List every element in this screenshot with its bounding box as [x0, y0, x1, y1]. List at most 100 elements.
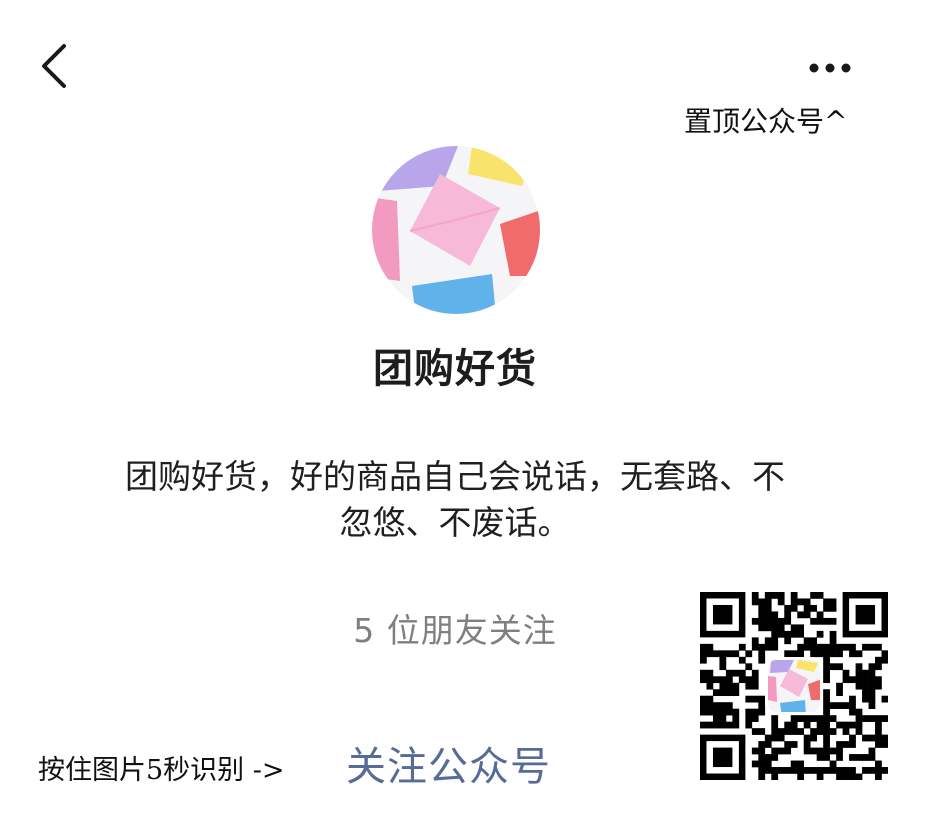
qr-module — [700, 643, 707, 651]
qr-module — [855, 754, 863, 761]
qr-module — [751, 598, 759, 606]
qr-module — [810, 767, 817, 774]
qr-module — [777, 598, 785, 606]
qr-module — [725, 682, 733, 690]
qr-module — [836, 773, 843, 781]
qr-module — [797, 630, 805, 638]
back-button[interactable] — [34, 40, 74, 92]
qr-module — [771, 747, 779, 755]
qr-module — [771, 773, 779, 781]
qr-module — [745, 715, 753, 722]
qr-module — [758, 643, 766, 651]
qr-module — [758, 617, 766, 625]
qr-module — [862, 767, 869, 774]
qr-module — [803, 734, 811, 742]
qr-module — [829, 650, 837, 658]
qr-module — [719, 708, 727, 716]
qr-module — [771, 767, 779, 774]
qr-module — [881, 741, 889, 748]
qr-module — [875, 676, 882, 684]
more-button[interactable] — [800, 50, 860, 86]
qr-code[interactable] — [700, 592, 889, 781]
qr-module — [719, 656, 727, 664]
account-avatar — [372, 146, 540, 314]
qr-module — [868, 747, 876, 755]
pin-account-link[interactable]: 置顶公众号^ — [684, 100, 847, 140]
qr-module — [849, 702, 856, 709]
qr-module — [751, 682, 759, 690]
qr-module — [725, 650, 733, 658]
qr-module — [764, 643, 772, 651]
qr-module — [745, 676, 753, 684]
qr-module — [842, 741, 850, 748]
qr-module — [725, 669, 733, 677]
qr-module — [842, 676, 850, 684]
qr-module — [829, 643, 837, 651]
qr-module — [797, 643, 805, 651]
qr-module — [738, 669, 746, 677]
qr-module — [777, 630, 785, 638]
qr-module — [719, 676, 727, 684]
qr-module — [849, 708, 856, 716]
follow-account-button[interactable]: 关注公众号 — [346, 734, 551, 792]
chevron-left-icon — [42, 44, 66, 88]
qr-module — [771, 617, 779, 625]
qr-module — [797, 598, 805, 606]
qr-module — [725, 721, 733, 729]
qr-module — [797, 611, 805, 619]
qr-module — [797, 650, 805, 658]
qr-module — [784, 721, 792, 729]
qr-module — [875, 721, 882, 729]
qr-module — [823, 734, 830, 742]
qr-module — [797, 728, 805, 735]
qr-module — [868, 643, 876, 651]
qr-module — [823, 715, 830, 722]
qr-module — [868, 689, 876, 697]
qr-module — [751, 617, 759, 625]
qr-module — [790, 630, 798, 638]
qr-module — [816, 592, 824, 599]
qr-module — [816, 721, 824, 729]
qr-module — [836, 650, 843, 658]
qr-module — [823, 663, 830, 671]
qr-module — [803, 643, 811, 651]
qr-module — [797, 767, 805, 774]
qr-module — [810, 592, 817, 599]
qr-module — [700, 656, 707, 664]
qr-module — [719, 650, 727, 658]
qr-module — [790, 741, 798, 748]
qr-module — [855, 721, 863, 729]
qr-module — [771, 611, 779, 619]
qr-module — [764, 767, 772, 774]
qr-module — [751, 708, 759, 716]
qr-module — [868, 669, 876, 677]
qr-module — [862, 734, 869, 742]
qr-module — [784, 728, 792, 735]
qr-module — [803, 741, 811, 748]
qr-module — [868, 734, 876, 742]
qr-module — [764, 598, 772, 606]
qr-module — [745, 708, 753, 716]
qr-module — [862, 676, 869, 684]
qr-module — [803, 721, 811, 729]
qr-module — [751, 728, 759, 735]
qr-module — [816, 715, 824, 722]
qr-module — [823, 604, 830, 612]
qr-module — [751, 747, 759, 755]
qr-module — [868, 663, 876, 671]
qr-module — [764, 741, 772, 748]
envelope-collage-avatar — [372, 146, 540, 314]
qr-module — [732, 650, 740, 658]
qr-module — [810, 734, 817, 742]
qr-module — [771, 715, 779, 722]
qr-module — [868, 715, 876, 722]
qr-module — [758, 702, 766, 709]
qr-module — [803, 715, 811, 722]
qr-module — [810, 715, 817, 722]
qr-module — [784, 741, 792, 748]
qr-module — [855, 669, 863, 677]
qr-module — [816, 617, 824, 625]
qr-module — [842, 669, 850, 677]
qr-module — [706, 682, 714, 690]
qr-module — [803, 611, 811, 619]
